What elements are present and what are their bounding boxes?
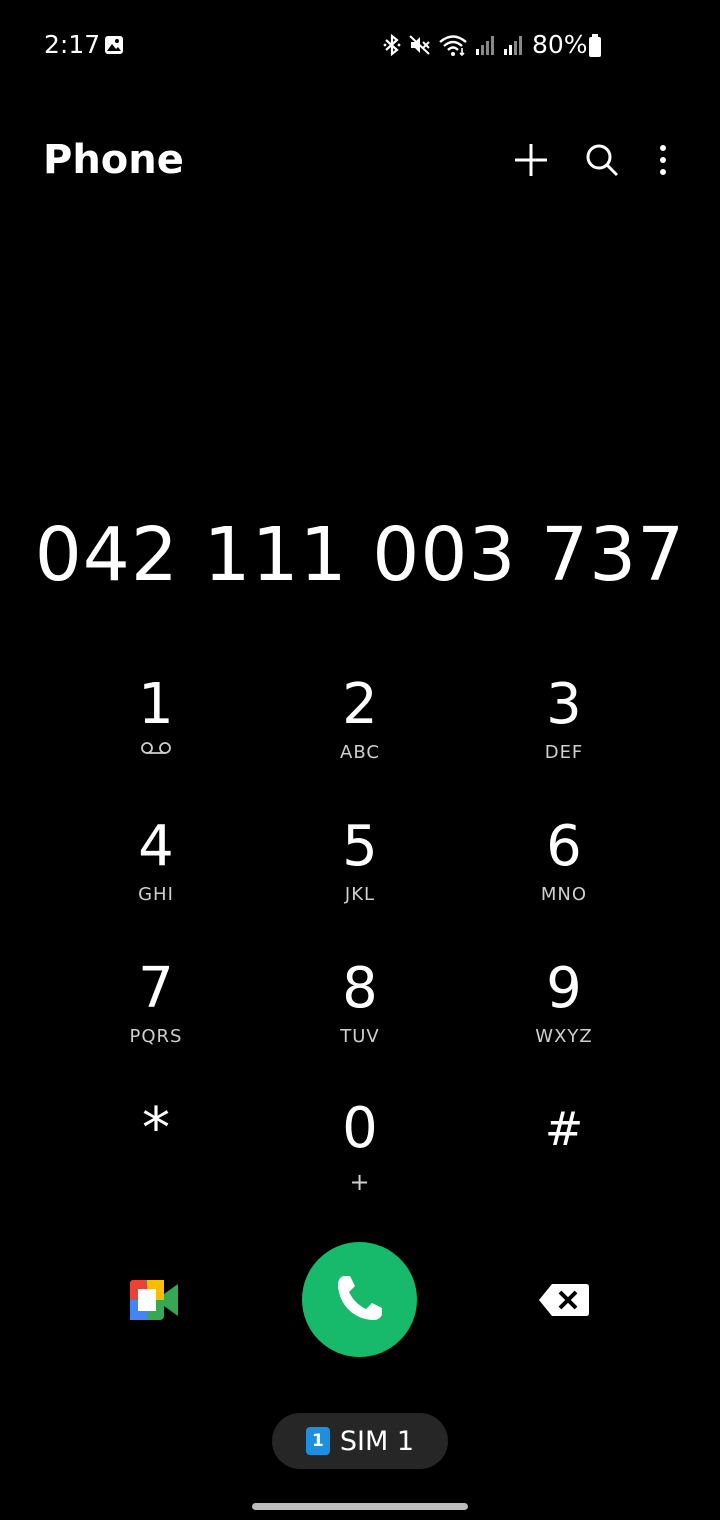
key-digit: * [142, 1096, 170, 1161]
mute-icon [408, 33, 432, 57]
key-letters: GHI [138, 884, 174, 905]
backspace-icon [538, 1284, 590, 1324]
key-star[interactable]: * [54, 1094, 258, 1224]
add-contact-button[interactable] [511, 140, 551, 180]
sim-label: SIM 1 [339, 1425, 415, 1457]
sim-badge: 1 [305, 1427, 330, 1455]
status-time: 2:17 [44, 30, 101, 59]
battery-icon [588, 34, 602, 62]
voicemail-icon [140, 740, 172, 759]
key-digit: 2 [342, 672, 378, 737]
key-4[interactable]: 4 GHI [54, 812, 258, 942]
key-digit: 3 [546, 672, 582, 737]
key-letters: JKL [344, 884, 376, 905]
key-digit: 5 [342, 814, 378, 879]
call-button[interactable] [302, 1242, 417, 1357]
page-title: Phone [43, 137, 184, 183]
google-meet-icon [130, 1280, 180, 1326]
key-digit: 1 [138, 672, 174, 737]
wifi-icon [438, 33, 468, 57]
key-5[interactable]: 5 JKL [258, 812, 462, 942]
key-2[interactable]: 2 ABC [258, 670, 462, 800]
key-8[interactable]: 8 TUV [258, 954, 462, 1084]
key-letters: PQRS [129, 1026, 183, 1047]
bluetooth-icon [382, 33, 402, 57]
key-7[interactable]: 7 PQRS [54, 954, 258, 1084]
search-icon [582, 140, 622, 180]
more-options-icon [643, 140, 683, 180]
key-digit: 9 [546, 956, 582, 1021]
key-digit: 8 [342, 956, 378, 1021]
phone-icon [332, 1270, 388, 1330]
key-6[interactable]: 6 MNO [462, 812, 666, 942]
gallery-icon [104, 35, 124, 55]
key-0[interactable]: 0 + [258, 1094, 462, 1224]
signal-icon [502, 33, 524, 57]
key-1[interactable]: 1 [54, 670, 258, 800]
backspace-button[interactable] [538, 1280, 590, 1320]
key-3[interactable]: 3 DEF [462, 670, 666, 800]
video-call-button[interactable] [130, 1278, 180, 1322]
key-letters: + [349, 1168, 371, 1196]
search-button[interactable] [582, 140, 622, 180]
key-digit: 7 [138, 956, 174, 1021]
key-digit: # [544, 1102, 584, 1156]
more-options-button[interactable] [643, 140, 683, 180]
status-bar: 2:17 80% [0, 0, 720, 90]
sim-selector[interactable]: 1 SIM 1 [272, 1413, 448, 1469]
key-letters: TUV [340, 1026, 380, 1047]
key-letters: MNO [540, 884, 588, 905]
add-icon [511, 140, 551, 180]
dialed-number-field[interactable]: 042 111 003 737 [0, 512, 720, 598]
key-digit: 0 [342, 1096, 378, 1161]
key-letters: WXYZ [535, 1026, 593, 1047]
navigation-handle[interactable] [252, 1503, 468, 1510]
key-digit: 6 [546, 814, 582, 879]
key-letters: ABC [340, 742, 380, 763]
key-hash[interactable]: # [462, 1094, 666, 1224]
key-digit: 4 [138, 814, 174, 879]
key-letters: DEF [544, 742, 584, 763]
battery-percentage: 80% [532, 30, 588, 59]
key-9[interactable]: 9 WXYZ [462, 954, 666, 1084]
signal-icon [474, 33, 496, 57]
call-actions-row [0, 1242, 720, 1358]
